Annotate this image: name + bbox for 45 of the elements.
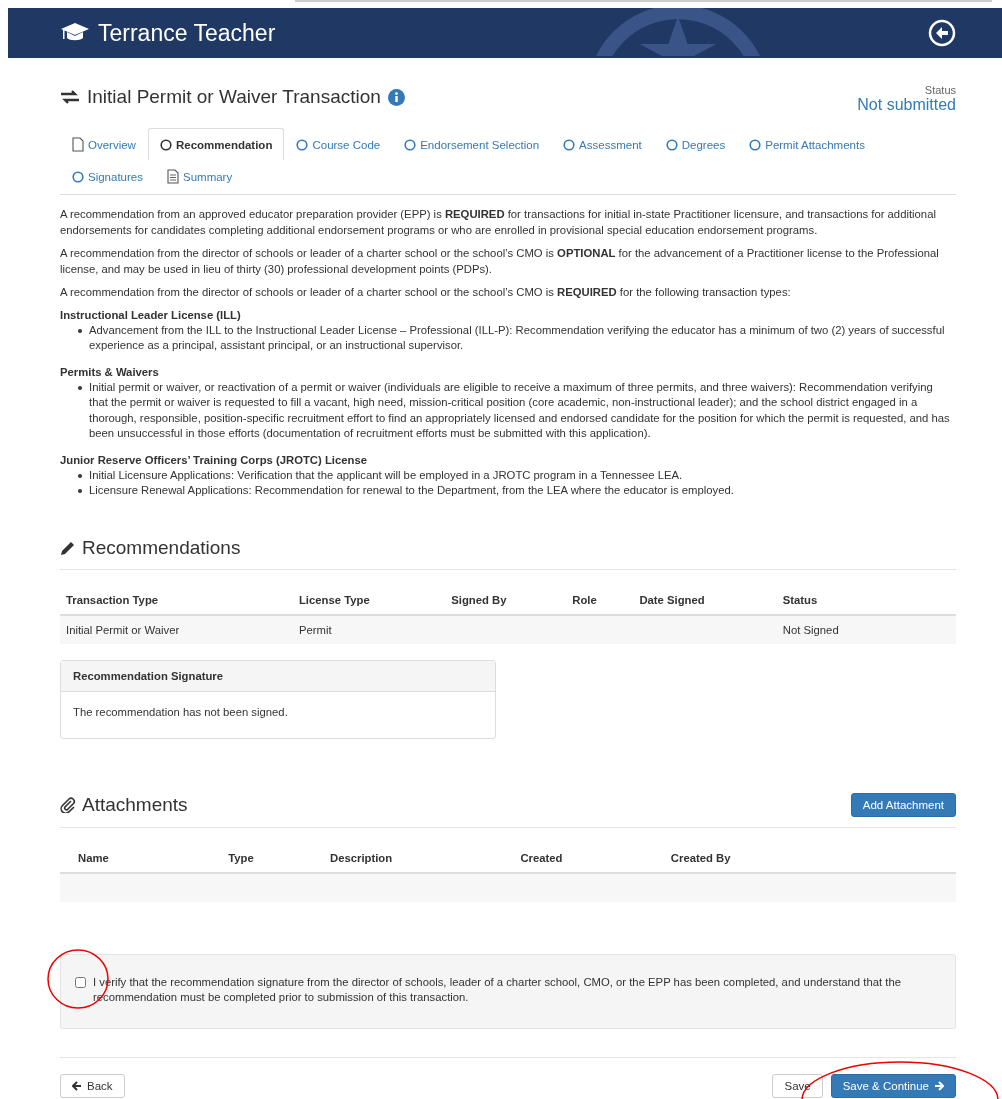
column-header: Signed By (445, 585, 567, 615)
paragraph: A recommendation from the director of schools or leader of a charter school or the school’s CMO is REQUIRED for the following transaction types: (60, 285, 792, 300)
add-attachment-button[interactable]: Add Attachment (850, 792, 956, 817)
panel-title: Recommendation Signature (61, 660, 495, 692)
status-label: Status (924, 84, 956, 96)
tab[interactable]: Overview (60, 128, 148, 160)
tab[interactable]: Course Code (284, 128, 393, 160)
column-header: License Type (292, 585, 446, 615)
table-cell: Permit (298, 623, 332, 636)
status-value: Not submitted (857, 96, 956, 114)
save-button[interactable]: Save (772, 1073, 823, 1098)
column-header: Created By (664, 843, 956, 873)
column-header: Status (776, 585, 956, 615)
user-name: Terrance Teacher (98, 19, 276, 47)
table-cell: Initial Permit or Waiver (66, 623, 180, 636)
column-header: Role (566, 585, 634, 615)
page-title: Initial Permit or Waiver Transaction (87, 86, 381, 108)
save-continue-button[interactable]: Save & Continue (830, 1073, 956, 1098)
column-header: Transaction Type (60, 585, 293, 615)
tab[interactable]: Permit Attachments (737, 128, 877, 160)
list-item: Advancement from the ILL to the Instructional Leader License – Professional (ILL-P): Recommendation verifying the educator has a minimum of two (2) years of successful experience as a principal, assistant principal, or an instructional supervisor. (89, 322, 946, 353)
list-item: Initial Licensure Applications: Verification that the applicant will be employed in a JROTC program in a Tennessee LEA. (89, 467, 683, 483)
column-header: Name (72, 843, 223, 873)
tab[interactable]: Recommendation (147, 128, 285, 160)
section-heading: Instructional Leader License (ILL) (60, 308, 242, 321)
section-title: Recommendations (82, 536, 241, 559)
list-item: Initial permit or waiver, or reactivation of a permit or waiver (individuals are eligible to receive a maximum of three permits, and three waivers): Recommendation verifying that the permit or waiver is requested to fill a vacant, high need, mission-critical position (core academic, non-instructional leader); and the school district engaged in a thorough, responsible, position-specific recruitment effort to find an appropriately licensed and endorsed candidate for the position for which the permit is requested, and has been unsuccessful in those efforts (documentation of recruitment efforts must be submitted with this application). (89, 379, 951, 441)
panel-message: The recommendation has not been signed. (73, 705, 288, 718)
back-button[interactable]: Back (60, 1073, 125, 1098)
paragraph: A recommendation from the director of schools or leader of a charter school or the school’s CMO is OPTIONAL for the advancement of a Practitioner license to the Professional license, and may be used in lieu of thirty (30) professional development points (PDPs). (60, 246, 940, 277)
tab[interactable]: Summary (155, 160, 245, 192)
section-heading: Junior Reserve Officers’ Training Corps (JROTC) License (60, 453, 368, 466)
list-item: Licensure Renewal Applications: Recommendation for renewal to the Department, from the LEA where the educator is employed. (89, 483, 734, 498)
paragraph: A recommendation from an approved educator preparation provider (EPP) is REQUIRED for transactions for initial in-state Practitioner licensure, and transactions for additional endorsements for candidates completing additional endorsement programs or who are enrolled in provisional special education endorsement programs. (60, 207, 937, 238)
column-header: Date Signed (633, 585, 777, 615)
column-header: Created (514, 843, 665, 873)
tab[interactable]: Endorsement Selection (392, 128, 552, 160)
table-cell: Not Signed (782, 623, 839, 636)
section-heading: Permits & Waivers (60, 365, 160, 378)
tab[interactable]: Assessment (551, 128, 654, 160)
tab[interactable]: Signatures (60, 160, 155, 192)
section-title: Attachments (82, 793, 188, 816)
tab[interactable]: Degrees (653, 128, 738, 160)
column-header: Type (222, 843, 324, 873)
column-header: Description (324, 843, 515, 873)
